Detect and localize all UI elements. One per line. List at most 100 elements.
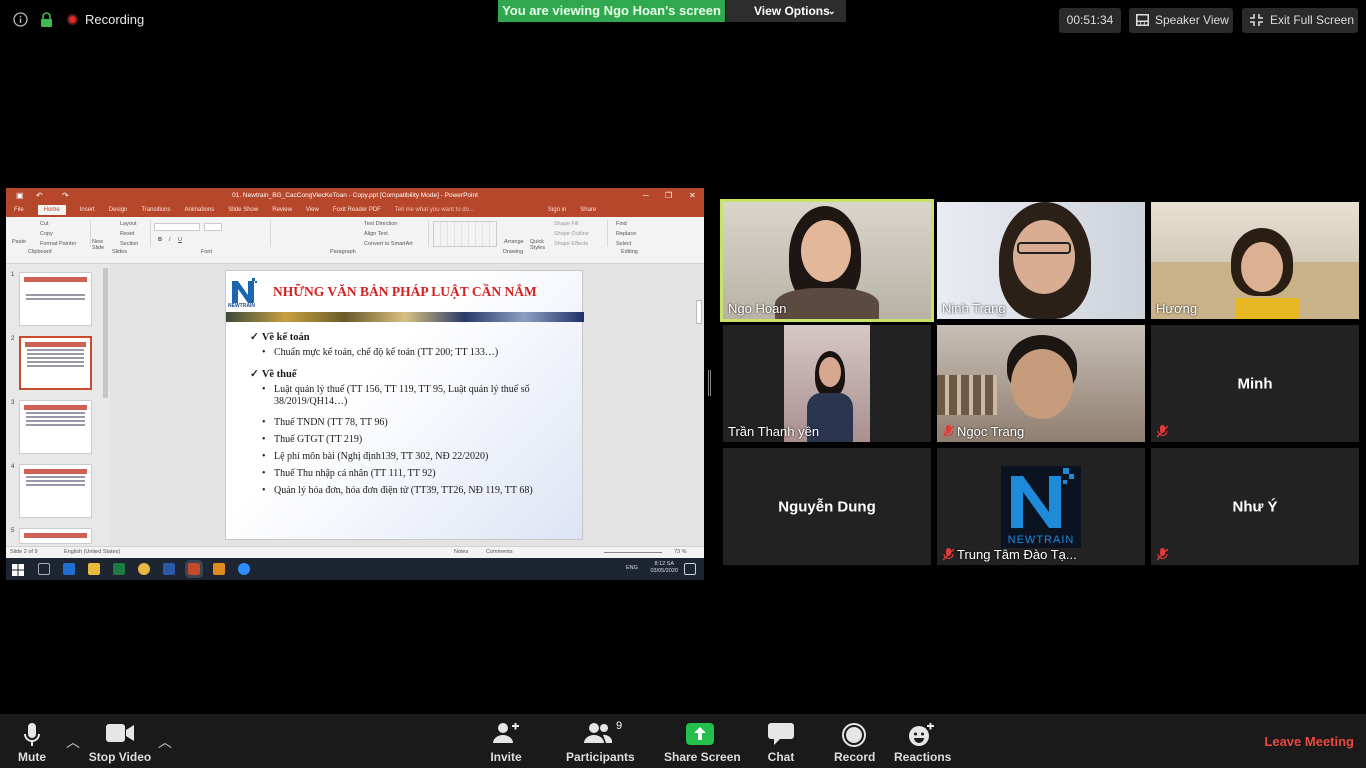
save-icon[interactable]: ▣ [16, 188, 24, 203]
slide-thumbnail[interactable] [19, 528, 92, 544]
close-icon[interactable]: ✕ [689, 188, 696, 203]
word-icon[interactable] [163, 563, 175, 575]
video-options-caret-icon[interactable]: ︿ [158, 732, 172, 752]
arrange-button[interactable]: Arrange [504, 239, 524, 245]
text-direction-button[interactable]: Text Direction [364, 221, 397, 227]
slide-thumbnail-selected[interactable] [19, 336, 92, 390]
windows-start-icon[interactable] [12, 563, 24, 576]
reactions-button[interactable]: Reactions [894, 714, 952, 768]
canvas-scrollbar[interactable] [696, 300, 702, 324]
sign-in-link[interactable]: Sign in [548, 207, 566, 213]
participants-button[interactable]: 9 Participants [566, 714, 635, 768]
undo-icon[interactable]: ↶ [36, 188, 43, 203]
copy-button[interactable]: Copy [40, 231, 53, 237]
excel-icon[interactable] [113, 563, 125, 575]
quick-styles-button[interactable]: Quick Styles [530, 239, 546, 251]
video-tile-nguyen-dung[interactable]: Nguyễn Dung [723, 448, 931, 565]
layout-button[interactable]: Layout [120, 221, 137, 227]
font-size-box[interactable] [204, 223, 222, 231]
minimize-icon[interactable]: ─ [643, 188, 649, 203]
tab-review[interactable]: Review [272, 207, 292, 213]
align-text-button[interactable]: Align Text [364, 231, 388, 237]
convert-smartart-button[interactable]: Convert to SmartArt [364, 241, 413, 247]
zoom-slider[interactable] [604, 552, 662, 553]
shape-effects-button[interactable]: Shape Effects [554, 241, 588, 247]
video-tile-huong[interactable]: Hương [1151, 202, 1359, 319]
zoom-app-icon[interactable] [238, 563, 250, 575]
view-options-button[interactable]: View Options ⌄ [726, 0, 846, 22]
underline-button[interactable]: U [178, 237, 182, 243]
video-tile-nhu-y[interactable]: Như Ý [1151, 448, 1359, 565]
tell-me-box[interactable]: Tell me what you want to do... [395, 207, 474, 213]
format-painter-button[interactable]: Format Painter [40, 241, 76, 247]
reset-button[interactable]: Reset [120, 231, 134, 237]
invite-button[interactable]: Invite [484, 714, 528, 768]
section-button[interactable]: Section [120, 241, 138, 247]
language-tray[interactable]: ENG [626, 565, 638, 571]
slide[interactable]: NEWTRAIN NHỮNG VĂN BẢN PHÁP LUẬT CẦN NẮM… [225, 270, 584, 540]
share-screen-button[interactable]: Share Screen [664, 714, 741, 768]
find-button[interactable]: Find [616, 221, 627, 227]
notes-button[interactable]: Notes [454, 547, 468, 557]
shared-screen[interactable]: 01. Newtrain_BG_CacCongViecKeToan - Copy… [6, 188, 704, 580]
new-slide-button[interactable]: New Slide [92, 239, 108, 251]
chat-button[interactable]: Chat [762, 714, 800, 768]
maximize-icon[interactable]: ❐ [665, 188, 672, 203]
slide-thumbnail[interactable] [19, 400, 92, 454]
mute-button[interactable]: Mute [6, 714, 58, 768]
video-tile-minh[interactable]: Minh [1151, 325, 1359, 442]
video-tile-trung-tam[interactable]: NEWTRAIN Trung Tâm Đào Tạ... [937, 448, 1145, 565]
tab-file[interactable]: File [14, 207, 24, 213]
video-tile-tran-thanh-yen[interactable]: Trần Thanh yên [723, 325, 931, 442]
info-icon[interactable] [13, 12, 28, 30]
folder-icon[interactable] [88, 563, 100, 575]
video-tile-ngo-hoan[interactable]: Ngo Hoan [720, 199, 934, 322]
replace-button[interactable]: Replace [616, 231, 636, 237]
audio-options-caret-icon[interactable]: ︿ [66, 732, 80, 752]
tab-insert[interactable]: Insert [80, 207, 95, 213]
tab-transitions[interactable]: Transitions [141, 207, 170, 213]
thumbs-scrollbar[interactable] [103, 268, 108, 398]
stop-video-button[interactable]: Stop Video [88, 714, 152, 768]
slide-thumbnails-pane[interactable]: 1 2 3 4 5 [6, 264, 110, 546]
paste-button[interactable]: Paste [12, 239, 26, 245]
tab-animations[interactable]: Animations [185, 207, 215, 213]
font-name-box[interactable] [154, 223, 200, 231]
speaker-view-button[interactable]: Speaker View [1129, 8, 1233, 33]
share-link[interactable]: Share [580, 207, 596, 213]
leave-meeting-button[interactable]: Leave Meeting [1264, 734, 1354, 749]
tab-foxit[interactable]: Foxit Reader PDF [333, 207, 381, 213]
slide-thumbnail[interactable] [19, 464, 92, 518]
shape-fill-button[interactable]: Shape Fill [554, 221, 578, 227]
lock-icon[interactable] [40, 12, 53, 31]
record-button[interactable]: Record [834, 714, 875, 768]
powerpoint-icon[interactable] [185, 560, 203, 578]
shape-outline-button[interactable]: Shape Outline [554, 231, 589, 237]
redo-icon[interactable]: ↷ [62, 188, 69, 203]
select-button[interactable]: Select [616, 241, 631, 247]
slide-bullet: Quản lý hóa đơn, hóa đơn điện tử (TT39, … [262, 485, 580, 497]
app-icon[interactable] [213, 563, 225, 575]
bold-button[interactable]: B [158, 237, 162, 243]
tab-design[interactable]: Design [109, 207, 128, 213]
chrome-icon[interactable] [138, 563, 150, 575]
slide-editing-area[interactable]: NEWTRAIN NHỮNG VĂN BẢN PHÁP LUẬT CẦN NẮM… [110, 264, 704, 546]
notification-icon[interactable] [684, 563, 696, 575]
split-divider-handle[interactable] [708, 370, 711, 396]
tab-slide-show[interactable]: Slide Show [228, 207, 258, 213]
slide-thumbnail[interactable] [19, 272, 92, 326]
reactions-label: Reactions [894, 750, 952, 764]
tab-view[interactable]: View [306, 207, 319, 213]
comments-button[interactable]: Comments [486, 547, 513, 557]
italic-button[interactable]: I [169, 237, 171, 243]
shapes-gallery[interactable] [433, 221, 497, 247]
exit-full-screen-button[interactable]: Exit Full Screen [1242, 8, 1358, 33]
taskbar-clock[interactable]: 8:12 SA 03/05/2020 [650, 561, 678, 575]
task-view-icon[interactable] [38, 563, 50, 575]
zoom-level[interactable]: 73 % [674, 547, 687, 557]
edge-icon[interactable] [63, 563, 75, 575]
cut-button[interactable]: Cut [40, 221, 49, 227]
video-tile-ngoc-trang[interactable]: Ngọc Trang [937, 325, 1145, 442]
video-tile-ninh-trang[interactable]: Ninh Trang [937, 202, 1145, 319]
tab-home[interactable]: Home [37, 205, 66, 215]
